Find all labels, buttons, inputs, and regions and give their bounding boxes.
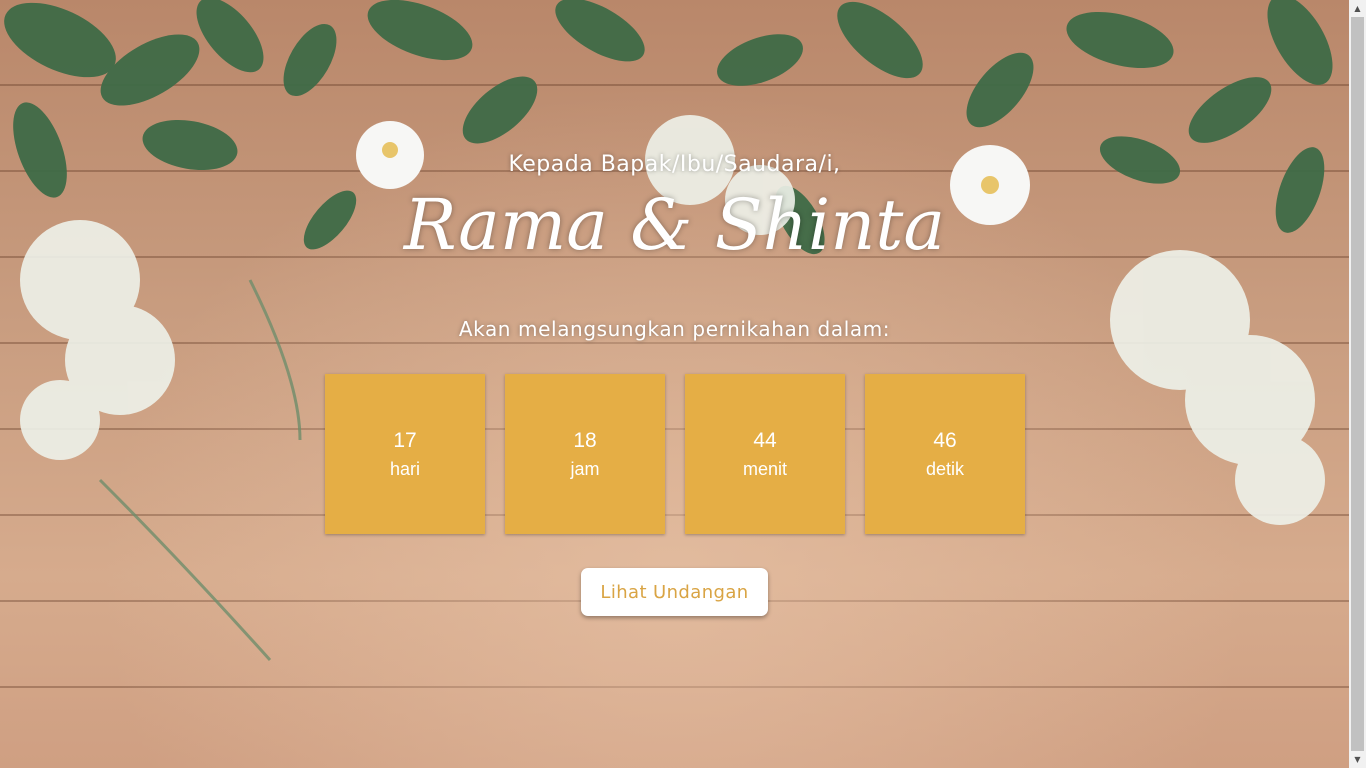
countdown-value: 46 <box>933 429 957 452</box>
countdown-value: 44 <box>753 429 777 452</box>
scrollbar-thumb[interactable] <box>1351 17 1364 751</box>
countdown-minutes: 44 menit <box>685 374 845 534</box>
countdown-days: 17 hari <box>325 374 485 534</box>
couple-names: Rama & Shinta <box>403 184 946 266</box>
countdown-unit: detik <box>925 459 965 479</box>
countdown-unit: hari <box>389 459 420 479</box>
greeting-text: Kepada Bapak/Ibu/Saudara/i, <box>508 152 841 177</box>
countdown-unit: jam <box>570 459 600 479</box>
announcement-text: Akan melangsungkan pernikahan dalam: <box>458 317 891 341</box>
countdown-seconds: 46 detik <box>865 374 1025 534</box>
scroll-down-arrow-icon[interactable]: ▼ <box>1349 751 1366 768</box>
countdown-timer: 17 hari 18 jam 44 menit 46 detik <box>325 374 1025 534</box>
countdown-value: 17 <box>393 429 417 452</box>
countdown-value: 18 <box>573 429 597 452</box>
scroll-up-arrow-icon[interactable]: ▲ <box>1349 0 1366 17</box>
countdown-hours: 18 jam <box>505 374 665 534</box>
vertical-scrollbar[interactable]: ▲ ▼ <box>1349 0 1366 768</box>
view-invitation-button[interactable]: Lihat Undangan <box>581 568 768 616</box>
countdown-unit: menit <box>742 459 787 479</box>
hero-section: Kepada Bapak/Ibu/Saudara/i, Rama & Shint… <box>0 0 1349 768</box>
